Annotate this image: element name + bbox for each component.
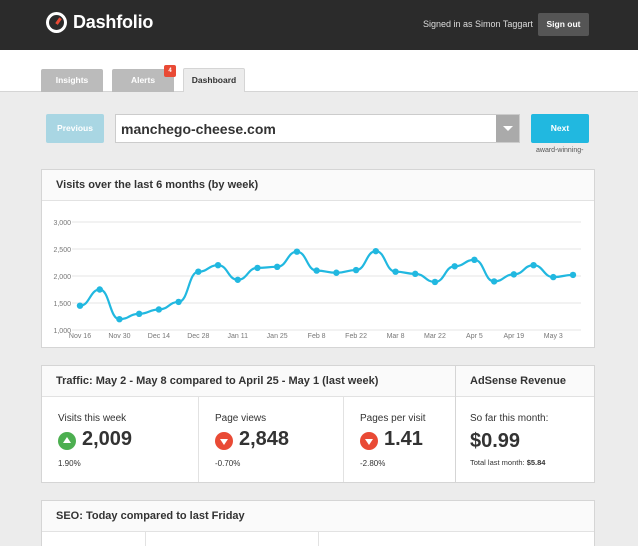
y-tick-label: 2,000 xyxy=(53,274,71,281)
metric-change: -2.80% xyxy=(360,459,386,468)
metric-pages-per-visit: Pages per visit 1.41 -2.80% xyxy=(344,397,455,482)
x-tick-label: Apr 19 xyxy=(504,333,525,340)
metric-label: Page views xyxy=(215,413,267,424)
data-point xyxy=(195,268,202,275)
adsense-last-month: Total last month: $5.84 xyxy=(470,458,545,467)
data-point xyxy=(569,271,577,279)
x-tick-label: Mar 8 xyxy=(387,333,405,340)
data-point xyxy=(431,278,439,286)
data-point xyxy=(155,306,163,313)
x-tick-label: Feb 8 xyxy=(308,333,326,340)
metric-page-views: Page views 2,848 -0.70% xyxy=(199,397,342,482)
data-point xyxy=(175,298,182,306)
metric-value: 2,848 xyxy=(239,428,290,450)
data-point xyxy=(234,276,241,283)
arrow-down-icon xyxy=(360,432,378,450)
metric-value: 1.41 xyxy=(384,428,423,450)
data-point xyxy=(510,271,518,278)
data-point xyxy=(293,248,301,255)
tab-insights[interactable]: Insights xyxy=(41,69,103,92)
data-point xyxy=(76,302,84,309)
y-tick-label: 2,500 xyxy=(53,247,71,254)
x-tick-label: Dec 14 xyxy=(148,333,170,340)
x-tick-label: Feb 22 xyxy=(345,333,367,340)
seo-panel-title: SEO: Today compared to last Friday xyxy=(42,501,594,532)
y-tick-label: 1,500 xyxy=(53,301,71,308)
adsense-last-month-label: Total last month: xyxy=(470,458,525,467)
divider xyxy=(145,532,146,546)
data-point xyxy=(135,310,143,317)
visits-panel: Visits over the last 6 months (by week) … xyxy=(41,169,595,348)
x-tick-label: Dec 28 xyxy=(187,333,209,340)
x-tick-label: Jan 25 xyxy=(267,333,288,340)
tab-dashboard[interactable]: Dashboard xyxy=(183,68,245,92)
gauge-icon xyxy=(46,12,67,33)
divider xyxy=(318,532,319,546)
adsense-last-month-value: $5.84 xyxy=(526,458,546,467)
traffic-panel-title: Traffic: May 2 - May 8 compared to April… xyxy=(42,366,455,397)
domain-select[interactable]: manchego-cheese.com xyxy=(115,114,520,143)
data-point xyxy=(116,316,123,323)
selected-domain: manchego-cheese.com xyxy=(121,121,276,137)
x-tick-label: Nov 16 xyxy=(69,333,91,340)
data-point xyxy=(550,273,557,281)
data-point xyxy=(372,247,379,255)
data-point xyxy=(490,278,498,285)
chevron-down-icon[interactable] xyxy=(496,115,519,142)
tab-bar: Insights Alerts Dashboard xyxy=(0,50,638,92)
x-tick-label: Nov 30 xyxy=(108,333,130,340)
previous-button[interactable]: Previous xyxy=(46,114,104,143)
next-domain-hint: award-winning- xyxy=(536,147,584,154)
y-tick-label: 3,000 xyxy=(53,220,71,227)
data-point xyxy=(96,286,103,293)
data-point xyxy=(530,262,537,269)
metric-change: 1.90% xyxy=(58,459,81,468)
arrow-down-icon xyxy=(215,432,233,450)
data-point xyxy=(313,267,320,274)
adsense-panel-title: AdSense Revenue xyxy=(456,366,594,397)
metric-label: Visits this week xyxy=(58,413,127,424)
data-point xyxy=(274,263,281,271)
sign-out-button[interactable]: Sign out xyxy=(538,13,589,36)
brand-logo[interactable]: Dashfolio xyxy=(46,12,153,33)
metric-value: 2,009 xyxy=(82,428,133,450)
next-button[interactable]: Next xyxy=(531,114,589,143)
data-point xyxy=(352,266,360,274)
metric-visits: Visits this week 2,009 1.90% xyxy=(42,397,197,482)
adsense-panel: AdSense Revenue So far this month: $0.99… xyxy=(455,365,595,483)
signed-in-text: Signed in as Simon Taggart xyxy=(423,19,533,29)
x-tick-label: Apr 5 xyxy=(466,333,483,340)
x-tick-label: Mar 22 xyxy=(424,333,446,340)
x-tick-label: Jan 11 xyxy=(228,333,249,340)
visits-panel-title: Visits over the last 6 months (by week) xyxy=(42,170,594,201)
adsense-label: So far this month: xyxy=(470,413,549,424)
data-point xyxy=(451,263,458,270)
arrow-up-icon xyxy=(58,432,76,450)
data-point xyxy=(254,264,261,272)
alerts-count-badge: 4 xyxy=(164,65,176,77)
top-bar: Dashfolio Signed in as Simon Taggart Sig… xyxy=(0,0,638,50)
metric-change: -0.70% xyxy=(215,459,241,468)
x-tick-label: May 3 xyxy=(544,333,563,340)
visits-series-line xyxy=(79,250,574,321)
adsense-value: $0.99 xyxy=(470,430,521,452)
data-point xyxy=(333,269,340,276)
data-point xyxy=(214,262,222,269)
metric-label: Pages per visit xyxy=(360,413,426,424)
data-point xyxy=(471,256,478,263)
data-point xyxy=(392,268,399,275)
visits-line-chart: 1,0001,5002,0002,5003,000Nov 16 Nov 30 Dec… xyxy=(53,220,581,340)
brand-name: Dashfolio xyxy=(73,12,154,32)
data-point xyxy=(412,270,419,278)
